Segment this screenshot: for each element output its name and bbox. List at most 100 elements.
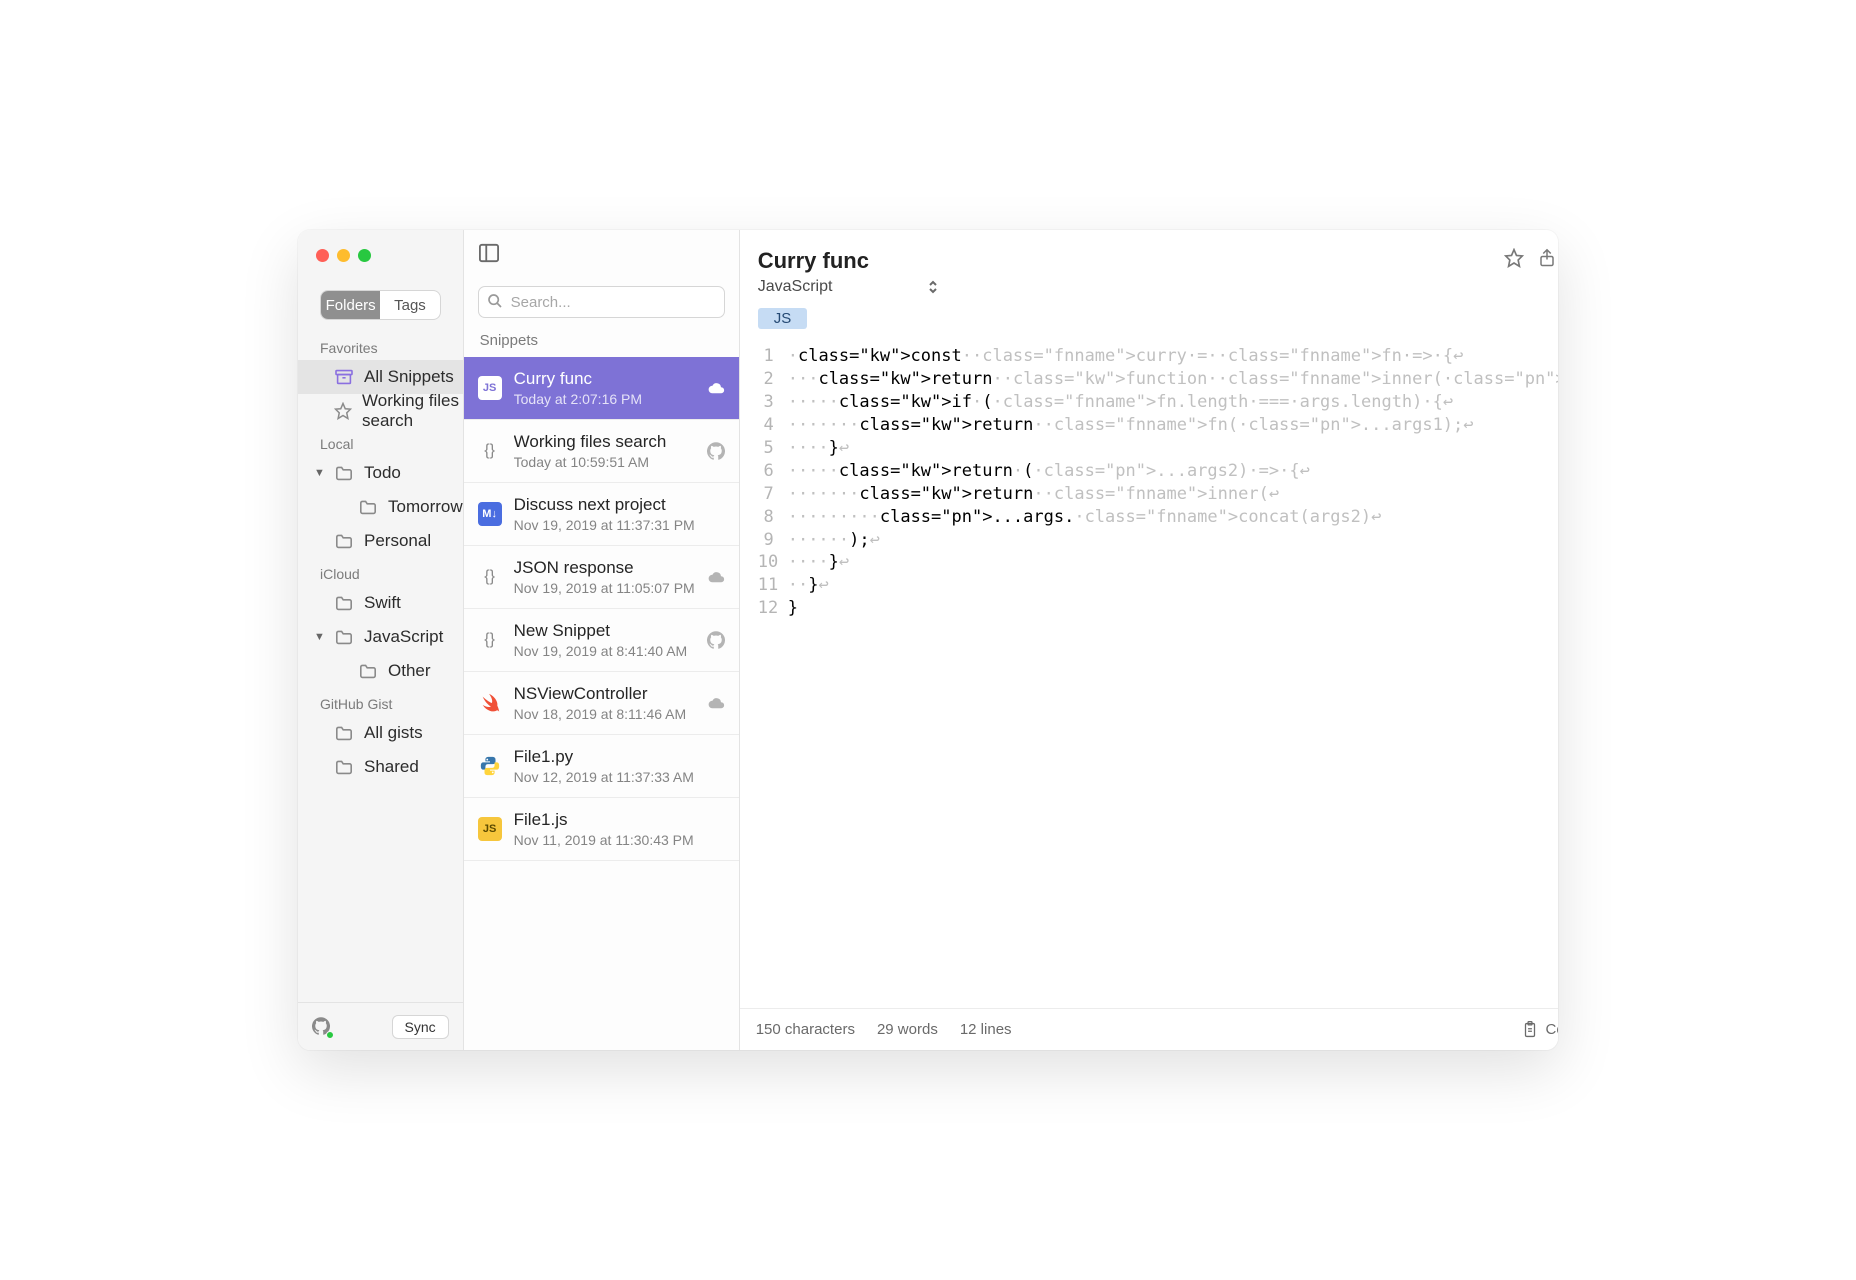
github-status-icon[interactable]: [312, 1017, 332, 1037]
code-line: 6·····class="kw">return·(·class="pn">...…: [758, 460, 1558, 483]
snippet-row[interactable]: File1.py Nov 12, 2019 at 11:37:33 AM: [464, 735, 739, 798]
list-toolbar: [464, 230, 739, 280]
sidebar-item-personal[interactable]: Personal: [298, 524, 463, 558]
language-tag[interactable]: JS: [758, 308, 808, 329]
app-window: Folders Tags Favorites All Snippets Work…: [298, 230, 1558, 1050]
folder-icon: [334, 533, 354, 549]
copy-to-clipboard-button[interactable]: Copy to clipboard: [1522, 1021, 1558, 1039]
chevron-updown-icon: [928, 279, 938, 295]
sidebar-item-label: Tomorrow: [388, 497, 463, 517]
code-line: 10····}↩: [758, 551, 1558, 574]
sync-source-icon: [707, 381, 725, 395]
line-number: 1: [758, 345, 788, 368]
snippet-row[interactable]: JS File1.js Nov 11, 2019 at 11:30:43 PM: [464, 798, 739, 861]
sidebar-item-todo[interactable]: ▼ Todo: [298, 456, 463, 490]
sidebar-item-label: Todo: [364, 463, 401, 483]
snippet-row[interactable]: {} Working files search Today at 10:59:5…: [464, 420, 739, 483]
filetype-badge-icon: [478, 754, 502, 778]
close-window-button[interactable]: [316, 249, 329, 262]
row-title: JSON response: [514, 558, 695, 578]
folder-icon: [358, 663, 378, 679]
zoom-window-button[interactable]: [358, 249, 371, 262]
editor-toolbar: [1504, 248, 1558, 268]
snippet-row[interactable]: JS Curry func Today at 2:07:16 PM: [464, 357, 739, 420]
sync-source-icon: [707, 570, 725, 584]
sidebar-item-all-snippets[interactable]: All Snippets: [298, 360, 463, 394]
folder-icon: [334, 629, 354, 645]
sidebar-item-all-gists[interactable]: All gists: [298, 716, 463, 750]
search-icon: [487, 293, 503, 309]
snippet-rows: JS Curry func Today at 2:07:16 PM {} Wor…: [464, 357, 739, 1050]
sidebar-item-working-files[interactable]: Working files search: [298, 394, 463, 428]
filetype-badge-icon: [478, 691, 502, 715]
row-subtitle: Nov 12, 2019 at 11:37:33 AM: [514, 769, 695, 785]
search-input[interactable]: [478, 286, 725, 318]
editor-header: Curry func: [740, 230, 1558, 274]
folder-icon: [334, 759, 354, 775]
code-editor[interactable]: 1·class="kw">const··class="fnname">curry…: [740, 337, 1558, 620]
char-count: 150 characters: [756, 1021, 855, 1038]
section-icloud-label: iCloud: [298, 558, 463, 586]
row-subtitle: Today at 2:07:16 PM: [514, 391, 695, 407]
row-title: File1.js: [514, 810, 695, 830]
sidebar-tabs: Folders Tags: [320, 290, 441, 320]
sync-source-icon: [707, 696, 725, 710]
code-line: 11··}↩: [758, 574, 1558, 597]
row-title: File1.py: [514, 747, 695, 767]
snippet-row[interactable]: M↓ Discuss next project Nov 19, 2019 at …: [464, 483, 739, 546]
filetype-badge-icon: M↓: [478, 502, 502, 526]
sidebar-item-javascript[interactable]: ▼ JavaScript: [298, 620, 463, 654]
line-number: 11: [758, 574, 788, 597]
word-count: 29 words: [877, 1021, 938, 1038]
editor-panel: Curry func JavaScr: [740, 230, 1558, 1050]
line-number: 2: [758, 368, 788, 391]
toggle-sidebar-icon[interactable]: [478, 243, 502, 267]
list-header-label: Snippets: [464, 318, 739, 357]
search-field-wrap: [478, 286, 725, 318]
snippet-row[interactable]: {} JSON response Nov 19, 2019 at 11:05:0…: [464, 546, 739, 609]
sync-source-icon: [707, 631, 725, 649]
snippet-title[interactable]: Curry func: [758, 248, 869, 274]
line-number: 12: [758, 597, 788, 620]
line-number: 8: [758, 506, 788, 529]
archive-box-icon: [334, 369, 354, 385]
disclosure-triangle-icon[interactable]: ▼: [314, 467, 326, 479]
star-icon: [334, 403, 352, 419]
sidebar-item-label: Swift: [364, 593, 401, 613]
section-local-label: Local: [298, 428, 463, 456]
code-line: 5····}↩: [758, 437, 1558, 460]
favorite-star-icon[interactable]: [1504, 248, 1524, 268]
row-subtitle: Nov 19, 2019 at 11:37:31 PM: [514, 517, 695, 533]
tab-folders[interactable]: Folders: [321, 291, 380, 319]
line-number: 3: [758, 391, 788, 414]
row-text: Discuss next project Nov 19, 2019 at 11:…: [514, 495, 695, 533]
sidebar-item-shared[interactable]: Shared: [298, 750, 463, 784]
code-line: 3·····class="kw">if·(·class="fnname">fn.…: [758, 391, 1558, 414]
snippet-row[interactable]: NSViewController Nov 18, 2019 at 8:11:46…: [464, 672, 739, 735]
row-text: Working files search Today at 10:59:51 A…: [514, 432, 695, 470]
snippet-row[interactable]: {} New Snippet Nov 19, 2019 at 8:41:40 A…: [464, 609, 739, 672]
sidebar-item-label: Working files search: [362, 391, 463, 431]
titlebar: [298, 230, 463, 280]
row-subtitle: Today at 10:59:51 AM: [514, 454, 695, 470]
folder-icon: [334, 595, 354, 611]
sidebar-item-other[interactable]: Other: [298, 654, 463, 688]
line-number: 7: [758, 483, 788, 506]
language-selector[interactable]: JavaScript: [740, 274, 1558, 304]
folder-icon: [334, 465, 354, 481]
code-line: 1·class="kw">const··class="fnname">curry…: [758, 345, 1558, 368]
row-title: NSViewController: [514, 684, 695, 704]
disclosure-triangle-icon[interactable]: ▼: [314, 631, 326, 643]
minimize-window-button[interactable]: [337, 249, 350, 262]
sidebar-item-swift[interactable]: Swift: [298, 586, 463, 620]
row-subtitle: Nov 18, 2019 at 8:11:46 AM: [514, 706, 695, 722]
sidebar-item-label: JavaScript: [364, 627, 443, 647]
share-icon[interactable]: [1538, 248, 1558, 268]
sync-source-icon: [707, 442, 725, 460]
sidebar: Folders Tags Favorites All Snippets Work…: [298, 230, 464, 1050]
filetype-badge-icon: JS: [478, 376, 502, 400]
tab-tags[interactable]: Tags: [380, 291, 439, 319]
sync-button[interactable]: Sync: [392, 1015, 449, 1039]
row-title: Discuss next project: [514, 495, 695, 515]
sidebar-item-tomorrow[interactable]: Tomorrow: [298, 490, 463, 524]
